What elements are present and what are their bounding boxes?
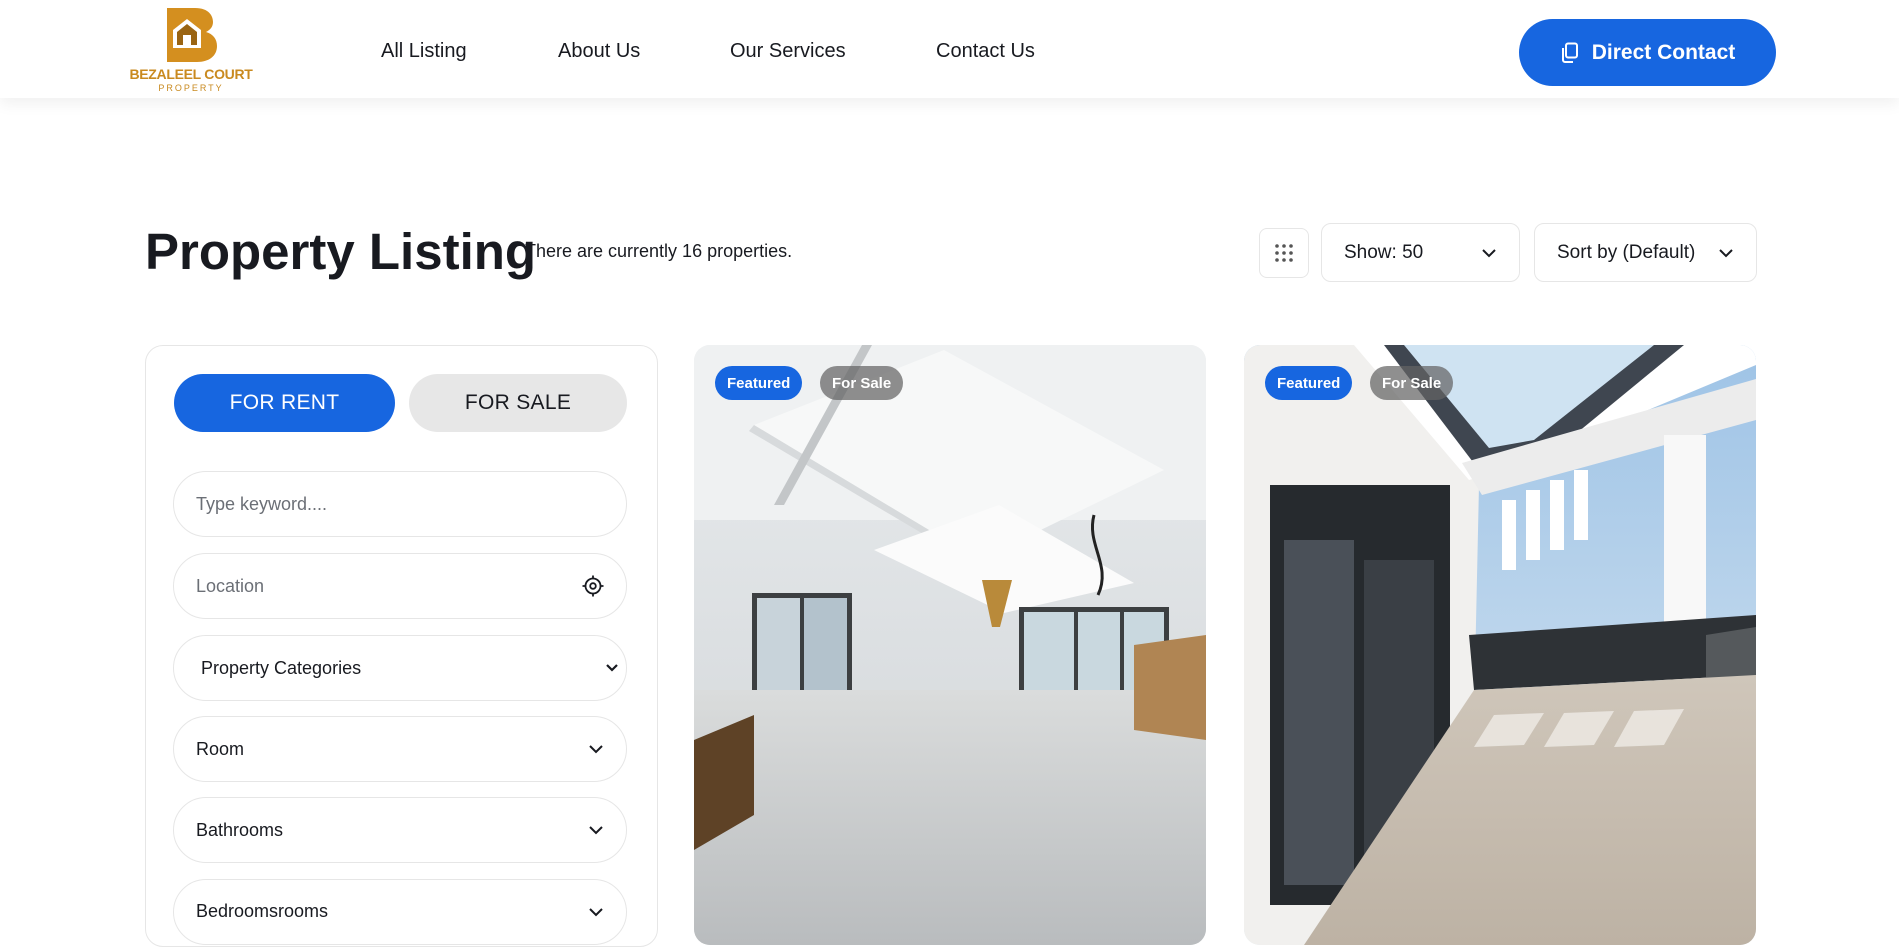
property-photo[interactable]: [694, 345, 1206, 945]
property-categories-select[interactable]: Property Categories: [173, 635, 627, 701]
chevron-down-icon: [589, 745, 603, 754]
grid-view-button[interactable]: [1259, 228, 1309, 278]
for-sale-badge: For Sale: [820, 366, 904, 400]
room-value: Room: [196, 738, 245, 759]
show-count-value: Show: 50: [1344, 241, 1424, 263]
bedrooms-value: Bedroomsrooms: [196, 901, 329, 921]
page-title: Property Listing: [145, 223, 537, 280]
direct-contact-button[interactable]: Direct Contact: [1519, 19, 1776, 86]
featured-badge: Featured: [715, 366, 803, 400]
keyword-input[interactable]: Type keyword....: [173, 471, 627, 537]
property-count: There are currently 16 properties.: [525, 241, 793, 261]
location-placeholder: Location: [196, 575, 265, 596]
bathrooms-select[interactable]: Bathrooms: [173, 797, 627, 863]
chevron-down-icon: [1482, 248, 1496, 257]
location-input[interactable]: Location: [173, 553, 627, 619]
logo-wordmark: BEZALEEL COURT: [129, 66, 253, 82]
tab-for-sale[interactable]: FOR SALE: [409, 374, 627, 432]
nav-our-services[interactable]: Our Services: [730, 40, 846, 63]
house-b-logo-icon: [167, 8, 217, 62]
bathrooms-value: Bathrooms: [196, 819, 284, 840]
site-logo[interactable]: BEZALEEL COURT PROPERTY: [126, 0, 256, 96]
sort-value: Sort by (Default): [1557, 241, 1696, 263]
property-photo[interactable]: [1244, 345, 1756, 945]
keyword-placeholder: Type keyword....: [196, 493, 328, 514]
featured-badge: Featured: [1265, 366, 1353, 400]
sort-select[interactable]: Sort by (Default): [1534, 223, 1757, 282]
chevron-down-icon: [589, 908, 603, 917]
tab-for-rent[interactable]: FOR RENT: [174, 374, 395, 432]
chevron-down-icon: [606, 664, 618, 672]
chevron-down-icon: [589, 826, 603, 835]
nav-all-listing[interactable]: All Listing: [381, 40, 467, 63]
logo-subtitle: PROPERTY: [158, 83, 224, 93]
nav-contact-us[interactable]: Contact Us: [936, 40, 1035, 63]
nav-about-us[interactable]: About Us: [558, 40, 640, 63]
chevron-down-icon: [1719, 248, 1733, 257]
property-categories-value: Property Categories: [201, 657, 362, 678]
property-card[interactable]: [694, 345, 1206, 945]
site-header: BEZALEEL COURT PROPERTY All Listing Abou…: [0, 0, 1899, 98]
copy-icon: [1561, 42, 1578, 63]
property-card[interactable]: [1244, 345, 1756, 945]
crosshair-icon[interactable]: [582, 575, 604, 597]
room-select[interactable]: Room: [173, 716, 627, 782]
show-count-select[interactable]: Show: 50: [1321, 223, 1520, 282]
bedrooms-select[interactable]: Bedroomsrooms: [173, 879, 627, 945]
for-sale-badge: For Sale: [1370, 366, 1454, 400]
direct-contact-label: Direct Contact: [1591, 40, 1736, 64]
grid-dots-icon: [1275, 244, 1293, 262]
